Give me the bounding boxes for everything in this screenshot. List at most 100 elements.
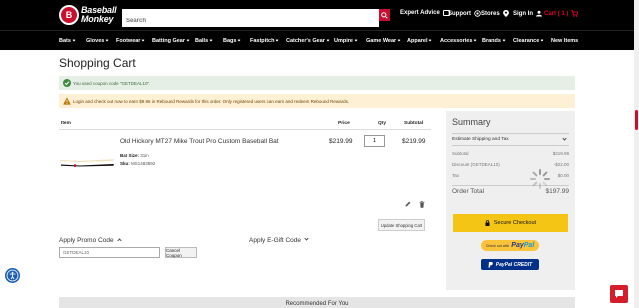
chevron-down-icon [209, 38, 213, 42]
chevron-down-icon [429, 38, 432, 42]
accessibility-button[interactable] [5, 268, 20, 283]
promo-code-input[interactable] [59, 247, 160, 258]
expert-advice-link[interactable]: Expert Advice [400, 10, 450, 16]
stores-label: Stores [481, 10, 500, 17]
warning-message-text: Login and check out now to earn $9.95 in… [73, 98, 350, 104]
cart-icon [571, 10, 579, 17]
cart-link[interactable]: Cart ( 1 ) [544, 10, 579, 17]
nav-item-footwear[interactable]: Footwear [116, 38, 145, 44]
summary-subtotal-row: Subtotal $219.99 [452, 151, 569, 156]
nav-item-accessories[interactable]: Accessories [440, 38, 477, 44]
main-navigation: Bats Gloves Footwear Batting Gear Balls … [0, 30, 639, 50]
sign-in-label: Sign In [513, 10, 533, 17]
nav-item-brands[interactable]: Brands [482, 38, 506, 44]
chevron-down-icon [562, 136, 567, 141]
success-message-text: You used coupon code "GETDEAL10". [73, 80, 151, 86]
chevron-down-icon [474, 38, 477, 42]
summary-discount-row: Discount (GETDEAL10) -$22.00 [452, 162, 569, 167]
sku-value: MS1483892 [131, 161, 156, 166]
nav-item-clearance[interactable]: Clearance [513, 38, 544, 44]
map-pin-icon [502, 10, 509, 17]
search-input[interactable] [122, 15, 379, 27]
summary-order-total-label: Order Total [452, 188, 485, 195]
chevron-down-icon [186, 38, 190, 42]
site-logo[interactable]: B Baseball Monkey [59, 5, 117, 25]
success-message: You used coupon code "GETDEAL10". [59, 76, 575, 90]
baseball-bat-image[interactable] [59, 156, 115, 170]
chevron-down-icon [540, 38, 544, 42]
chat-icon [615, 290, 623, 298]
baseball-logo-icon: B [59, 5, 79, 25]
nav-item-balls[interactable]: Balls [195, 38, 213, 44]
paypal-credit-label: PayPal CREDIT [495, 261, 533, 268]
sku-option: Sku: MS1483892 [120, 161, 155, 166]
estimate-shipping-toggle[interactable]: Estimate Shipping and Tax [452, 133, 569, 146]
nav-item-umpire[interactable]: Umpire [334, 38, 358, 44]
warning-icon [63, 97, 71, 105]
summary-tax-row: Tax $0.00 [452, 173, 569, 178]
nav-item-fastpitch[interactable]: Fastpitch [250, 38, 279, 44]
header-item: Item [61, 121, 71, 126]
promo-code-toggle[interactable]: Apply Promo Code [59, 237, 122, 244]
update-cart-button[interactable]: Update Shopping Cart [378, 219, 425, 231]
header-price: Price [338, 121, 350, 126]
sign-in-link[interactable]: Sign In [513, 10, 542, 17]
summary-tax-value: $0.00 [557, 173, 569, 178]
cancel-coupon-button[interactable]: Cancel Coupon [165, 247, 197, 258]
check-circle-icon [63, 79, 71, 87]
search-bar [122, 9, 390, 27]
promo-code-title: Apply Promo Code [59, 237, 114, 244]
chevron-down-icon [72, 38, 76, 42]
cart-item-name[interactable]: Old Hickory MT27 Mike Trout Pro Custom B… [120, 138, 279, 145]
logo-text-line2: Monkey [81, 14, 114, 24]
page-scrollbar[interactable] [634, 0, 639, 308]
edit-icon[interactable] [405, 201, 411, 207]
egift-code-toggle[interactable]: Apply E-Gift Code [249, 236, 309, 244]
estimate-shipping-label: Estimate Shipping and Tax [452, 137, 509, 142]
nav-item-apparel[interactable]: Apparel [407, 38, 432, 44]
chevron-down-icon [105, 38, 109, 42]
nav-item-new-items[interactable]: New Items [551, 38, 578, 44]
egift-code-title: Apply E-Gift Code [249, 237, 302, 244]
live-chat-button[interactable] [610, 285, 628, 303]
support-icon [474, 10, 481, 17]
bat-size-option: Bat Size: 31in [120, 153, 149, 158]
chevron-down-icon [326, 38, 330, 42]
chevron-down-icon [397, 38, 401, 42]
page-title: Shopping Cart [59, 56, 136, 70]
nav-item-game-wear[interactable]: Game Wear [366, 38, 401, 44]
cart-item-subtotal: $219.99 [402, 138, 426, 145]
expert-advice-label: Expert Advice [400, 10, 440, 16]
summary-subtotal-label: Subtotal [452, 151, 469, 156]
sku-label: Sku: [120, 161, 130, 166]
chevron-down-icon [276, 38, 279, 42]
paypal-checkout-prefix: Check out with [485, 243, 510, 248]
stores-link[interactable]: Stores [481, 10, 509, 17]
search-icon [381, 11, 388, 19]
summary-title: Summary [452, 117, 491, 127]
support-link[interactable]: Support [448, 10, 481, 17]
chevron-up-icon [116, 238, 122, 243]
paypal-credit-button[interactable]: PayPal CREDIT [481, 259, 539, 270]
trash-icon[interactable] [419, 201, 425, 208]
nav-item-bags[interactable]: Bags [223, 38, 241, 44]
paypal-checkout-button[interactable]: Check out with PayPal [481, 240, 539, 251]
cart-label: Cart ( 1 ) [544, 10, 569, 17]
quantity-input[interactable] [364, 135, 385, 147]
chevron-down-icon [142, 38, 145, 42]
warning-message: Login and check out now to earn $9.95 in… [59, 94, 575, 108]
paypal-logo: PayPal [511, 242, 535, 249]
top-header: B Baseball Monkey Expert Advice Support … [0, 0, 639, 30]
nav-item-batting-gear[interactable]: Batting Gear [152, 38, 190, 44]
search-button[interactable] [379, 9, 390, 21]
bat-size-value: 31in [140, 153, 149, 158]
nav-item-bats[interactable]: Bats [59, 38, 76, 44]
header-qty: Qty [378, 121, 386, 126]
secure-checkout-button[interactable]: Secure Checkout [453, 214, 568, 232]
nav-item-catchers-gear[interactable]: Catcher's Gear [286, 38, 330, 44]
nav-item-gloves[interactable]: Gloves [86, 38, 109, 44]
summary-tax-label: Tax [452, 173, 460, 178]
bat-size-label: Bat Size: [120, 153, 140, 158]
scrollbar-thumb[interactable] [635, 110, 638, 130]
loading-spinner-icon [530, 169, 550, 189]
